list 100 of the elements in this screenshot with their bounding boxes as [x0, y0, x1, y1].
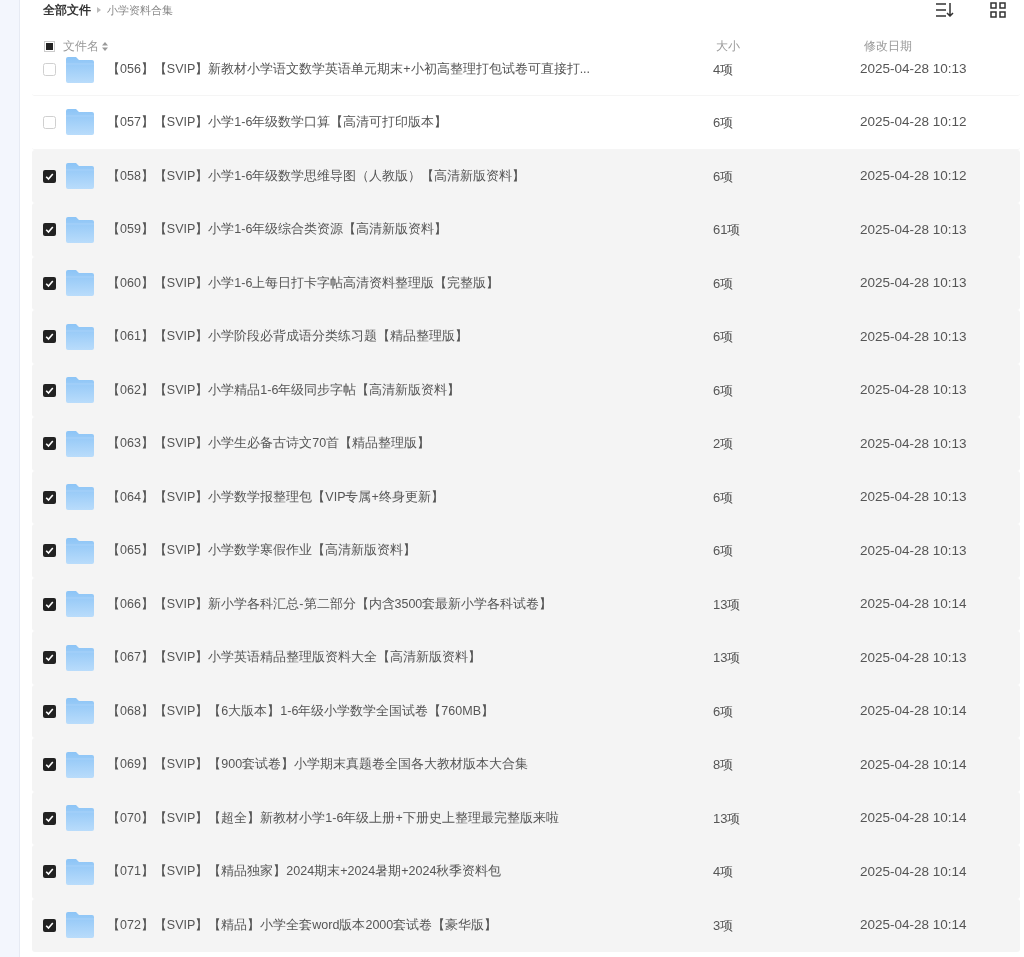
file-row[interactable]: 【070】【SVIP】【超全】新教材小学1-6年级上册+下册史上整理最完整版来啦 13项 2025-04-28 10:14 — [32, 791, 1020, 845]
file-row[interactable]: 【066】【SVIP】新小学各科汇总-第二部分【内含3500套最新小学各科试卷】 13项 2025-04-28 10:14 — [32, 577, 1020, 631]
folder-icon — [66, 216, 94, 243]
checkbox[interactable] — [43, 544, 56, 558]
file-name[interactable]: 【061】【SVIP】小学阶段必背成语分类练习题【精品整理版】 — [107, 327, 713, 347]
item-count: 6项 — [713, 167, 735, 186]
modified-date: 2025-04-28 10:13 — [860, 220, 967, 239]
file-row[interactable]: 【064】【SVIP】小学数学报整理包【VIP专属+终身更新】 6项 2025-04-28 10:13 — [32, 470, 1020, 524]
modified-date: 2025-04-28 10:14 — [860, 809, 967, 828]
checkbox[interactable] — [43, 223, 56, 237]
file-name[interactable]: 【072】【SVIP】【精品】小学全套word版本2000套试卷【豪华版】 — [107, 915, 713, 935]
file-name[interactable]: 【059】【SVIP】小学1-6年级综合类资源【高清新版资料】 — [107, 220, 713, 240]
file-row[interactable]: 【062】【SVIP】小学精品1-6年级同步字帖【高清新版资料】 6项 2025-04-28 10:13 — [32, 363, 1020, 417]
checkbox[interactable] — [43, 597, 56, 611]
file-row[interactable]: 【068】【SVIP】【6大版本】1-6年级小学数学全国试卷【760MB】 6项 2025-04-28 10:14 — [32, 684, 1020, 738]
item-count: 6项 — [713, 702, 735, 721]
modified-date: 2025-04-28 10:13 — [860, 327, 967, 346]
folder-icon — [66, 858, 94, 885]
item-count: 13项 — [713, 649, 742, 667]
modified-date: 2025-04-28 10:13 — [860, 541, 967, 560]
checkbox[interactable] — [43, 865, 56, 879]
folder-icon — [66, 377, 94, 404]
folder-icon — [66, 751, 94, 778]
item-count: 13项 — [713, 595, 742, 614]
select-all-checkbox[interactable] — [44, 40, 55, 52]
checkbox[interactable] — [43, 704, 56, 718]
file-name[interactable]: 【063】【SVIP】小学生必备古诗文70首【精品整理版】 — [107, 434, 713, 454]
file-row[interactable]: 【058】【SVIP】小学1-6年级数学思维导图（人教版）【高清新版资料】 6项 2025-04-28 10:12 — [32, 149, 1020, 203]
item-count: 6项 — [713, 488, 735, 507]
checkbox[interactable] — [43, 169, 56, 183]
breadcrumb-link[interactable]: 小学资料合集 — [107, 1, 173, 19]
folder-icon — [66, 537, 94, 564]
modified-date: 2025-04-28 10:13 — [860, 434, 967, 453]
folder-icon — [66, 163, 94, 190]
folder-icon — [66, 912, 94, 939]
file-name[interactable]: 【058】【SVIP】小学1-6年级数学思维导图（人教版）【高清新版资料】 — [107, 166, 713, 186]
checkbox[interactable] — [43, 918, 56, 932]
item-count: 6项 — [713, 113, 735, 132]
file-name[interactable]: 【065】【SVIP】小学数学寒假作业【高清新版资料】 — [107, 541, 713, 561]
file-name[interactable]: 【067】【SVIP】小学英语精品整理版资料大全【高清新版资料】 — [107, 648, 713, 668]
modified-date: 2025-04-28 10:14 — [860, 702, 967, 721]
modified-date: 2025-04-28 10:13 — [860, 381, 967, 400]
folder-icon — [66, 644, 94, 671]
file-row[interactable]: 【059】【SVIP】小学1-6年级综合类资源【高清新版资料】 61项 2025-04-28 10:13 — [32, 203, 1020, 257]
file-name[interactable]: 【062】【SVIP】小学精品1-6年级同步字帖【高清新版资料】 — [107, 380, 713, 400]
checkbox[interactable] — [43, 330, 56, 344]
checkbox[interactable] — [43, 490, 56, 504]
sort-icon[interactable] — [102, 41, 108, 51]
file-name[interactable]: 【056】【SVIP】新教材小学语文数学英语单元期末+小初高整理打包试卷可直接打... — [107, 60, 713, 79]
file-name[interactable]: 【071】【SVIP】【精品独家】2024期末+2024暑期+2024秋季资料包 — [107, 862, 713, 882]
item-count: 2项 — [713, 435, 735, 453]
checkbox[interactable] — [43, 63, 56, 76]
file-name[interactable]: 【064】【SVIP】小学数学报整理包【VIP专属+终身更新】 — [107, 487, 713, 507]
file-name[interactable]: 【060】【SVIP】小学1-6上每日打卡字帖高清资料整理版【完整版】 — [107, 273, 713, 293]
file-row[interactable]: 【067】【SVIP】小学英语精品整理版资料大全【高清新版资料】 13项 2025-04-28 10:13 — [32, 631, 1020, 685]
modified-date: 2025-04-28 10:12 — [860, 113, 967, 132]
grid-view-icon[interactable] — [990, 2, 1006, 18]
checkbox[interactable] — [43, 276, 56, 290]
folder-icon — [66, 109, 94, 136]
item-count: 6项 — [713, 542, 735, 560]
sort-list-icon[interactable] — [936, 3, 954, 17]
checkbox[interactable] — [43, 383, 56, 397]
file-row[interactable]: 【060】【SVIP】小学1-6上每日打卡字帖高清资料整理版【完整版】 6项 2025-04-28 10:13 — [32, 256, 1020, 310]
folder-icon — [66, 270, 94, 297]
item-count: 8项 — [713, 756, 735, 774]
item-count: 4项 — [713, 863, 735, 881]
checkbox[interactable] — [43, 811, 56, 825]
modified-date: 2025-04-28 10:14 — [860, 862, 967, 881]
file-row[interactable]: 【061】【SVIP】小学阶段必背成语分类练习题【精品整理版】 6项 2025-04-28 10:13 — [32, 310, 1020, 364]
item-count: 4项 — [713, 60, 735, 79]
checkbox[interactable] — [43, 758, 56, 772]
checkbox[interactable] — [43, 115, 56, 129]
breadcrumb-link[interactable]: 全部文件 — [43, 1, 91, 19]
file-row[interactable]: 【071】【SVIP】【精品独家】2024期末+2024暑期+2024秋季资料包 4项 2025-04-28 10:14 — [32, 845, 1020, 899]
modified-date: 2025-04-28 10:14 — [860, 916, 967, 935]
folder-icon — [66, 56, 94, 83]
checkbox[interactable] — [43, 437, 56, 451]
folder-icon — [66, 323, 94, 350]
folder-icon — [66, 805, 94, 832]
item-count: 6项 — [713, 274, 735, 293]
modified-date: 2025-04-28 10:12 — [860, 167, 967, 186]
file-name[interactable]: 【070】【SVIP】【超全】新教材小学1-6年级上册+下册史上整理最完整版来啦 — [107, 808, 713, 828]
folder-icon — [66, 698, 94, 725]
file-row[interactable]: 【069】【SVIP】【900套试卷】小学期末真题卷全国各大教材版本大合集 8项 2025-04-28 10:14 — [32, 738, 1020, 792]
item-count: 3项 — [713, 916, 735, 935]
file-name[interactable]: 【057】【SVIP】小学1-6年级数学口算【高清可打印版本】 — [107, 112, 713, 132]
file-row[interactable]: 【063】【SVIP】小学生必备古诗文70首【精品整理版】 2项 2025-04-28 10:13 — [32, 417, 1020, 471]
file-name[interactable]: 【069】【SVIP】【900套试卷】小学期末真题卷全国各大教材版本大合集 — [107, 755, 713, 775]
modified-date: 2025-04-28 10:13 — [860, 488, 967, 507]
modified-date: 2025-04-28 10:13 — [860, 274, 967, 293]
item-count: 61项 — [713, 221, 742, 239]
file-row[interactable]: 【056】【SVIP】新教材小学语文数学英语单元期末+小初高整理打包试卷可直接打... 4项 2025-04-28 10:13 — [32, 58, 1020, 96]
file-row[interactable]: 【072】【SVIP】【精品】小学全套word版本2000套试卷【豪华版】 3项 2025-04-28 10:14 — [32, 898, 1020, 952]
chevron-icon — [97, 7, 101, 13]
file-name[interactable]: 【066】【SVIP】新小学各科汇总-第二部分【内含3500套最新小学各科试卷】 — [107, 594, 713, 614]
checkbox[interactable] — [43, 651, 56, 665]
item-count: 13项 — [713, 809, 742, 828]
modified-date: 2025-04-28 10:14 — [860, 755, 967, 774]
file-row[interactable]: 【065】【SVIP】小学数学寒假作业【高清新版资料】 6项 2025-04-28 10:13 — [32, 524, 1020, 578]
file-name[interactable]: 【068】【SVIP】【6大版本】1-6年级小学数学全国试卷【760MB】 — [107, 701, 713, 721]
